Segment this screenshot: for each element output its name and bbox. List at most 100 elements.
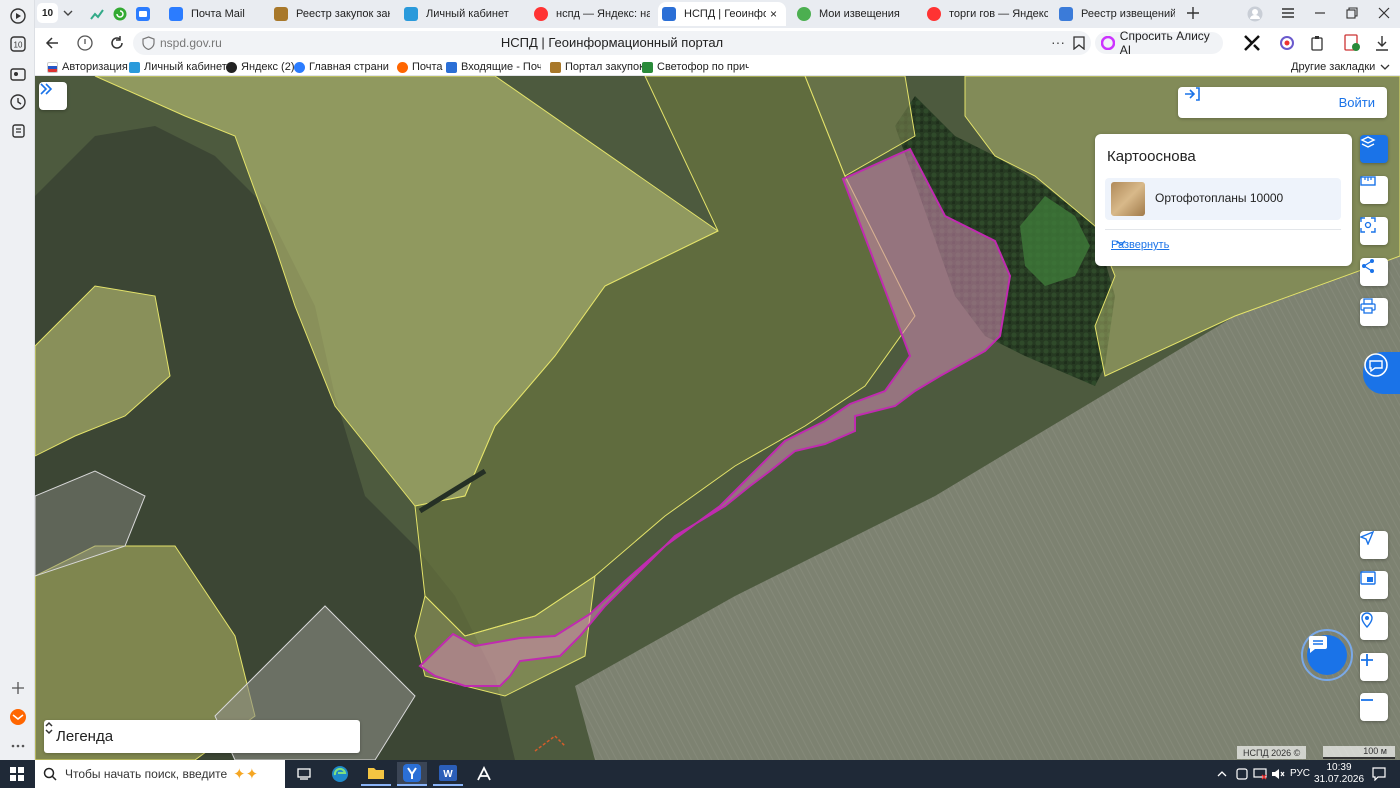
ruler-button[interactable] [1360,176,1388,204]
network-icon[interactable] [1250,762,1270,786]
chart-app-icon[interactable] [90,7,104,24]
clipboard-icon[interactable] [1309,35,1325,54]
login-button[interactable]: Войти [1178,87,1387,118]
tray-app-icon[interactable] [1232,762,1252,786]
expand-panel-button[interactable] [39,82,67,110]
profile-icon[interactable] [1247,6,1263,25]
tab-registry[interactable]: Реестр извещений [1055,2,1175,26]
other-bookmarks[interactable]: Другие закладки [1291,60,1390,74]
minimap-icon [1360,571,1376,585]
select-area-button[interactable] [1360,217,1388,245]
attribution: НСПД 2026 © [1237,746,1307,759]
browser-sidebar: 10 [0,0,35,760]
attribution-text: НСПД 2026 © [1243,747,1301,758]
notifications-icon[interactable] [1366,762,1392,786]
scale-label: 100 м [1363,746,1387,756]
tab-yandex-nspd[interactable]: нспд — Яндекс: нашло [530,2,650,26]
tab-title: нспд — Яндекс: нашло [556,8,650,20]
gallery-icon[interactable] [8,64,28,84]
chevron-down-icon[interactable] [62,7,74,22]
cabinet-favicon [129,61,140,73]
protect-icon[interactable] [77,35,93,54]
bookmark-yandex[interactable]: Яндекс (2) [226,60,295,74]
tab-counter-icon[interactable]: 10 [8,34,28,54]
taskbar-search[interactable]: Чтобы начать поиск, введите ✦✦ [35,760,285,788]
assistant-button[interactable] [1363,352,1400,394]
restore-icon[interactable] [1345,7,1359,22]
bookmark-main[interactable]: Главная страница [294,60,389,74]
basemap-title: Картооснова [1107,148,1196,165]
basemap-layer-item[interactable]: Ортофотопланы 10000 [1105,178,1341,220]
download-icon[interactable] [1375,35,1389,54]
language-indicator[interactable]: РУС [1290,768,1310,779]
chat-icon [1309,636,1327,653]
expand-link[interactable]: Развернуть [1111,239,1169,251]
bookmark-cabinet[interactable]: Личный кабинет [129,60,227,74]
file-explorer-icon[interactable] [361,762,391,786]
tab-mail[interactable]: Почта Mail [165,2,275,26]
volume-icon[interactable] [1268,762,1288,786]
extension-icon[interactable] [1243,34,1261,55]
print-button[interactable] [1360,298,1388,326]
back-icon[interactable] [45,36,59,53]
more-icon[interactable] [8,736,28,756]
select-area-icon [1360,217,1376,233]
tab-zakupki[interactable]: Реестр закупок закры [270,2,390,26]
page-actions-icon[interactable]: ··· [1051,34,1065,50]
tab-nspd[interactable]: НСПД | Геоинформ × [658,2,786,26]
pdf-icon[interactable] [1343,34,1361,55]
reload-icon[interactable] [109,35,125,54]
yandex-browser-icon[interactable] [397,762,427,786]
edge-icon[interactable] [325,762,355,786]
task-view-icon[interactable] [289,762,319,786]
tab-cabinet[interactable]: Личный кабинет [400,2,520,26]
search-icon [43,767,57,781]
tab-title: Реестр закупок закры [296,8,390,20]
mail-app-icon[interactable] [8,707,28,727]
sparkle-icon: ✦✦ [233,766,259,783]
messenger-app-icon[interactable] [136,7,150,24]
zoom-out-button[interactable] [1360,693,1388,721]
layers-button[interactable] [1360,135,1388,163]
map-view[interactable]: Войти Картооснова Ортофотопланы 10000 Ра… [35,76,1400,760]
history-icon[interactable] [8,92,28,112]
tray-chevron-up-icon[interactable] [1212,762,1232,786]
bookmark-icon[interactable] [1073,36,1085,53]
layer-name: Ортофотопланы 10000 [1155,191,1284,205]
new-tab-icon[interactable] [1186,6,1200,23]
word-icon[interactable]: W [433,762,463,786]
bookmark-svetofor[interactable]: Светофор по прич [642,60,749,74]
bookmark-label: Яндекс (2) [241,61,295,73]
share-button[interactable] [1360,258,1388,286]
bookmark-mail[interactable]: Почта [397,60,443,74]
tab-notices[interactable]: Мои извещения [793,2,913,26]
minimize-icon[interactable] [1313,7,1327,22]
windows-start-icon[interactable] [2,762,32,786]
record-icon[interactable] [1279,35,1295,54]
legend-toggle[interactable]: Легенда [44,720,360,753]
tab-counter[interactable]: 10 [37,3,58,23]
menu-icon[interactable] [1281,7,1295,22]
clock[interactable]: 10:39 31.07.2026 [1314,762,1364,786]
geotag-button[interactable] [1360,612,1388,640]
bookmark-inbox[interactable]: Входящие - Почта [446,60,541,74]
minimap-button[interactable] [1360,571,1388,599]
refresh-app-icon[interactable] [113,7,127,24]
assistant-icon [1364,353,1388,377]
play-icon[interactable] [8,6,28,26]
close-tab-icon[interactable]: × [770,7,777,21]
chat-button[interactable] [1307,635,1347,675]
bookmark-auth[interactable]: Авторизация [47,60,128,74]
collections-icon[interactable] [8,121,28,141]
pdf-reader-icon[interactable] [469,762,499,786]
alice-button[interactable]: Спросить Алису AI [1095,29,1223,57]
add-panel-icon[interactable] [8,678,28,698]
tab-yandex-torgi[interactable]: торги гов — Яндекс: н [923,2,1048,26]
tab-title: Личный кабинет [426,8,509,20]
close-window-icon[interactable] [1377,7,1391,22]
zoom-in-button[interactable] [1360,653,1388,681]
bookmark-label: Портал закупок [565,61,644,73]
locate-button[interactable] [1360,531,1388,559]
url-field[interactable]: nspd.gov.ru НСПД | Геоинформационный пор… [133,31,1091,55]
bookmark-zakupki[interactable]: Портал закупок [550,60,644,74]
